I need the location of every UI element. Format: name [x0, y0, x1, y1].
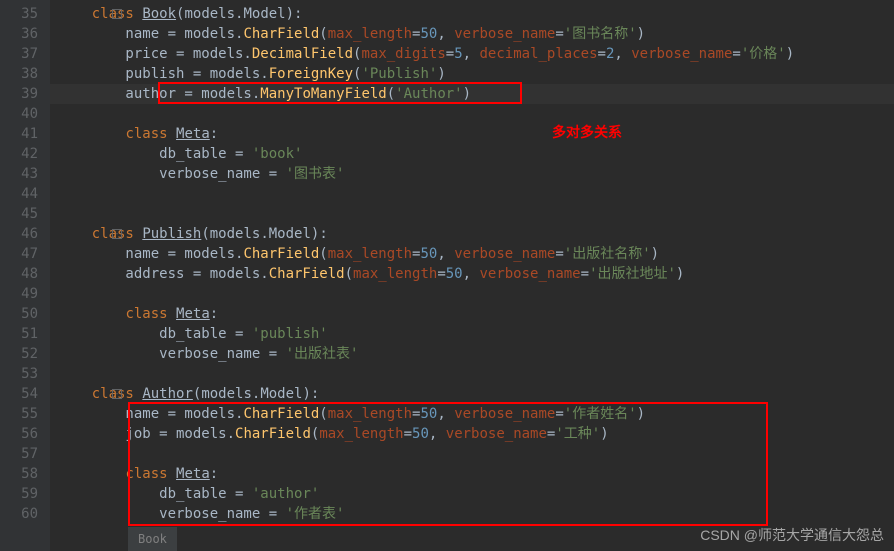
line-number[interactable]: 43: [8, 164, 38, 184]
code-line[interactable]: [50, 184, 894, 204]
breadcrumb[interactable]: Book: [128, 527, 177, 551]
line-number[interactable]: 54: [8, 384, 38, 404]
code-editor: 3536373839404142434445464748495051525354…: [0, 0, 894, 551]
code-line[interactable]: [50, 444, 894, 464]
line-number[interactable]: 56: [8, 424, 38, 444]
code-line[interactable]: class Publish(models.Model):-: [50, 224, 894, 244]
line-number[interactable]: 40: [8, 104, 38, 124]
line-number[interactable]: 37: [8, 44, 38, 64]
line-number[interactable]: 45: [8, 204, 38, 224]
code-line[interactable]: name = models.CharField(max_length=50, v…: [50, 404, 894, 424]
code-line[interactable]: verbose_name = '图书表': [50, 164, 894, 184]
line-number[interactable]: 50: [8, 304, 38, 324]
code-area[interactable]: class Book(models.Model):- name = models…: [50, 0, 894, 551]
line-number[interactable]: 36: [8, 24, 38, 44]
code-line[interactable]: class Meta:: [50, 304, 894, 324]
code-line[interactable]: class Meta:: [50, 464, 894, 484]
code-line[interactable]: class Meta:: [50, 124, 894, 144]
code-line[interactable]: name = models.CharField(max_length=50, v…: [50, 244, 894, 264]
code-line[interactable]: [50, 204, 894, 224]
line-number[interactable]: 57: [8, 444, 38, 464]
code-line[interactable]: [50, 284, 894, 304]
line-number[interactable]: 35: [8, 4, 38, 24]
code-line[interactable]: db_table = 'author': [50, 484, 894, 504]
line-number[interactable]: 58: [8, 464, 38, 484]
fold-icon[interactable]: -: [112, 389, 122, 399]
line-number[interactable]: 55: [8, 404, 38, 424]
line-number[interactable]: 60: [8, 504, 38, 524]
code-line[interactable]: class Book(models.Model):-: [50, 4, 894, 24]
code-line[interactable]: [50, 364, 894, 384]
fold-icon[interactable]: -: [112, 9, 122, 19]
code-line[interactable]: name = models.CharField(max_length=50, v…: [50, 24, 894, 44]
code-line[interactable]: verbose_name = '作者表': [50, 504, 894, 524]
line-number[interactable]: 48: [8, 264, 38, 284]
code-line[interactable]: db_table = 'book': [50, 144, 894, 164]
code-line[interactable]: [50, 104, 894, 124]
line-number[interactable]: 53: [8, 364, 38, 384]
annotation-label: 多对多关系: [552, 122, 622, 142]
line-number[interactable]: 42: [8, 144, 38, 164]
line-number[interactable]: 52: [8, 344, 38, 364]
line-number[interactable]: 47: [8, 244, 38, 264]
line-number[interactable]: 46: [8, 224, 38, 244]
code-line[interactable]: address = models.CharField(max_length=50…: [50, 264, 894, 284]
line-number[interactable]: 38: [8, 64, 38, 84]
line-number[interactable]: 59: [8, 484, 38, 504]
code-line[interactable]: price = models.DecimalField(max_digits=5…: [50, 44, 894, 64]
fold-icon[interactable]: -: [112, 229, 122, 239]
code-line[interactable]: verbose_name = '出版社表': [50, 344, 894, 364]
code-line[interactable]: db_table = 'publish': [50, 324, 894, 344]
line-number[interactable]: 41: [8, 124, 38, 144]
line-number[interactable]: 39: [8, 84, 38, 104]
code-line[interactable]: class Author(models.Model):-: [50, 384, 894, 404]
code-line[interactable]: publish = models.ForeignKey('Publish'): [50, 64, 894, 84]
code-line[interactable]: job = models.CharField(max_length=50, ve…: [50, 424, 894, 444]
line-number[interactable]: 51: [8, 324, 38, 344]
watermark: CSDN @师范大学通信大怨总: [700, 525, 884, 545]
line-number[interactable]: 44: [8, 184, 38, 204]
line-number-gutter[interactable]: 3536373839404142434445464748495051525354…: [0, 0, 50, 551]
code-line-highlighted[interactable]: author = models.ManyToManyField('Author'…: [50, 84, 894, 104]
line-number[interactable]: 49: [8, 284, 38, 304]
